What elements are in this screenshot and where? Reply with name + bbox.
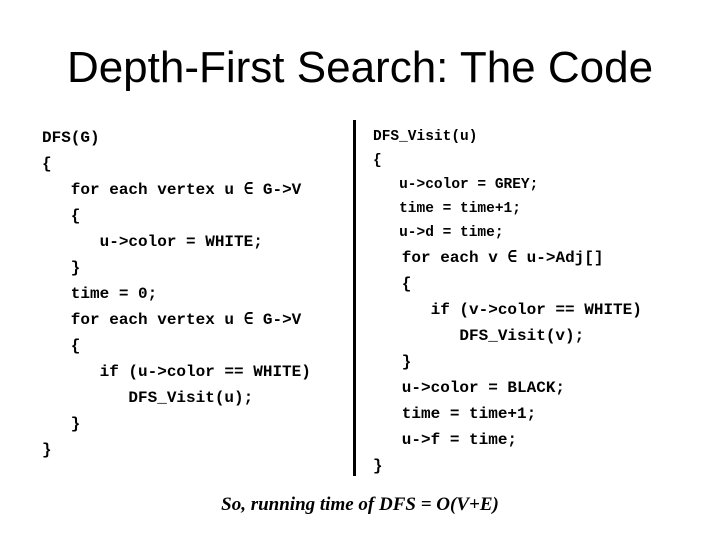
code-line: for each vertex u ∈ G->V <box>42 311 302 329</box>
code-line: { <box>42 155 52 173</box>
code-line: { <box>42 207 81 225</box>
code-line: u->d = time; <box>373 225 504 241</box>
code-line: DFS_Visit(u); <box>42 389 254 407</box>
code-line: } <box>373 353 412 371</box>
code-line: } <box>42 415 81 433</box>
code-line: DFS_Visit(u) <box>373 129 478 145</box>
code-line: time = time+1; <box>373 201 521 217</box>
dfs-visit-code-block: DFS_Visit(u) { u->color = GREY; time = ti… <box>373 125 642 479</box>
code-line: DFS(G) <box>42 129 100 147</box>
code-line: DFS_Visit(v); <box>373 327 585 345</box>
code-line: time = 0; <box>42 285 158 303</box>
code-line: u->f = time; <box>373 431 518 449</box>
code-line: { <box>373 275 412 293</box>
code-line: time = time+1; <box>373 405 537 423</box>
code-line: } <box>42 259 81 277</box>
code-line: { <box>373 153 382 169</box>
code-line: u->color = BLACK; <box>373 379 566 397</box>
code-line: for each vertex u ∈ G->V <box>42 181 302 199</box>
running-time-note: So, running time of DFS = O(V+E) <box>221 494 499 515</box>
column-divider <box>353 120 356 476</box>
slide-title: Depth-First Search: The Code <box>66 43 654 92</box>
dfs-code-block: DFS(G) { for each vertex u ∈ G->V { u->co… <box>42 125 311 463</box>
code-line: } <box>373 457 383 475</box>
code-line: { <box>42 337 81 355</box>
code-line: } <box>42 441 52 459</box>
code-line: if (v->color == WHITE) <box>373 301 642 319</box>
code-line: u->color = WHITE; <box>42 233 263 251</box>
code-line: u->color = GREY; <box>373 177 539 193</box>
code-line: if (u->color == WHITE) <box>42 363 311 381</box>
code-line: for each v ∈ u->Adj[] <box>373 249 604 267</box>
